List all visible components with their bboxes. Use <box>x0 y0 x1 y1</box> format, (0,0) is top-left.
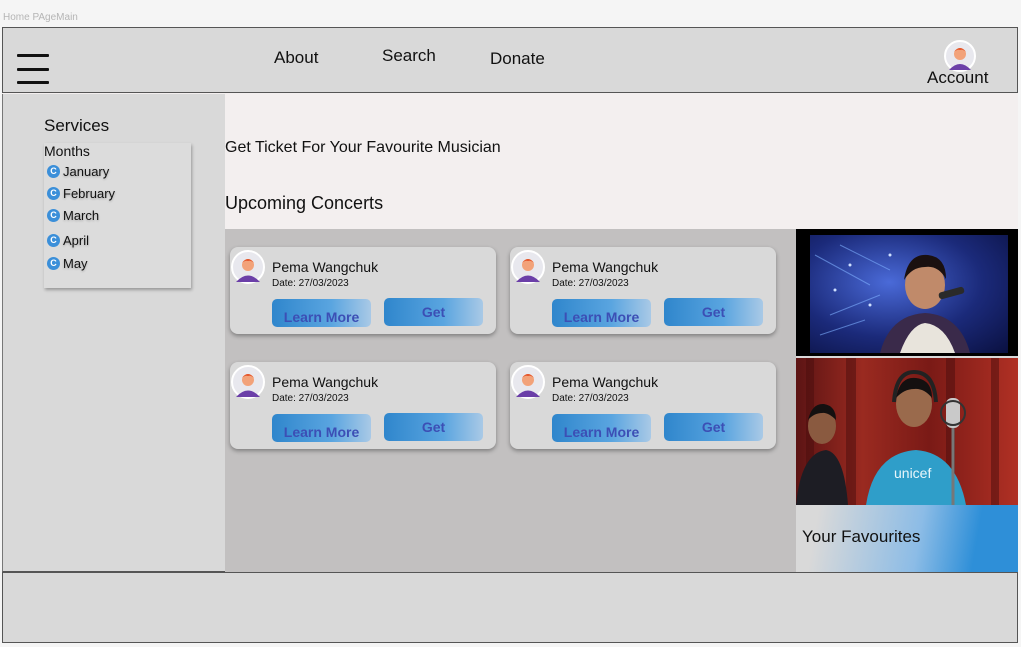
concert-card: Pema Wangchuk Date: 27/03/2023 Learn Mor… <box>510 362 776 449</box>
radio-icon: C <box>47 234 60 247</box>
radio-icon: C <box>47 257 60 270</box>
concert-card: Pema Wangchuk Date: 27/03/2023 Learn Mor… <box>230 247 496 334</box>
nav-search-link[interactable]: Search <box>382 46 436 66</box>
services-title: Services <box>44 116 110 135</box>
concert-list: Pema Wangchuk Date: 27/03/2023 Learn Mor… <box>225 229 796 572</box>
nav-about-link[interactable]: About <box>274 48 318 68</box>
get-ticket-button[interactable]: Get <box>664 298 763 326</box>
learn-more-button[interactable]: Learn More <box>272 299 371 327</box>
radio-icon: C <box>47 209 60 222</box>
frame-label: Home PAgeMain <box>3 12 78 23</box>
concert-date: Date: 27/03/2023 <box>272 278 349 289</box>
musician-name: Pema Wangchuk <box>552 374 659 390</box>
month-item-may[interactable]: C May <box>47 256 88 271</box>
top-navbar: About Search Donate Account <box>2 27 1018 93</box>
nav-donate-link[interactable]: Donate <box>490 49 545 69</box>
avatar-icon <box>231 250 265 284</box>
month-item-february[interactable]: C February <box>47 186 115 201</box>
studio-photo[interactable]: unicef <box>796 358 1018 505</box>
studio-illustration: unicef <box>796 358 999 505</box>
learn-more-button[interactable]: Learn More <box>552 299 651 327</box>
month-label: March <box>63 208 100 223</box>
account-label: Account <box>927 68 989 87</box>
concert-date: Date: 27/03/2023 <box>552 278 629 289</box>
month-item-april[interactable]: C April <box>47 233 89 248</box>
learn-more-button[interactable]: Learn More <box>272 414 371 442</box>
month-label: May <box>63 256 88 271</box>
avatar-icon <box>511 250 545 284</box>
radio-icon: C <box>47 187 60 200</box>
month-item-january[interactable]: C January <box>47 164 109 179</box>
concert-card: Pema Wangchuk Date: 27/03/2023 Learn Mor… <box>510 247 776 334</box>
shirt-text: unicef <box>894 465 931 481</box>
footer <box>2 572 1018 643</box>
singer-photo[interactable] <box>796 229 1018 356</box>
month-label: February <box>63 186 116 201</box>
get-ticket-button[interactable]: Get <box>384 298 483 326</box>
home-page: About Search Donate Account Services Mon… <box>2 27 1018 643</box>
musician-name: Pema Wangchuk <box>552 259 659 275</box>
hamburger-menu-icon[interactable] <box>17 54 49 84</box>
get-ticket-button[interactable]: Get <box>384 413 483 441</box>
account-button[interactable]: Account <box>921 40 1001 90</box>
months-dropdown: Months C January C February C March C Ap… <box>44 143 191 288</box>
learn-more-button[interactable]: Learn More <box>552 414 651 442</box>
upcoming-concerts-title: Upcoming Concerts <box>225 193 384 213</box>
radio-icon: C <box>47 165 60 178</box>
musician-name: Pema Wangchuk <box>272 374 379 390</box>
concert-date: Date: 27/03/2023 <box>272 393 349 404</box>
singer-illustration <box>814 244 970 353</box>
hero-text: Get Ticket For Your Favourite Musician <box>225 139 501 156</box>
avatar-icon <box>231 365 265 399</box>
month-item-march[interactable]: C March <box>47 208 99 223</box>
get-ticket-button[interactable]: Get <box>664 413 763 441</box>
months-title: Months <box>44 143 90 159</box>
month-label: January <box>63 164 110 179</box>
concert-date: Date: 27/03/2023 <box>552 393 629 404</box>
sidebar: Services Months C January C February C M… <box>2 94 225 572</box>
concert-card: Pema Wangchuk Date: 27/03/2023 Learn Mor… <box>230 362 496 449</box>
avatar-icon <box>511 365 545 399</box>
month-label: April <box>63 233 90 248</box>
favourites-panel: unicef Your Favourites <box>796 229 1018 572</box>
favourites-banner[interactable]: Your Favourites <box>796 505 1018 572</box>
favourites-label: Your Favourites <box>802 527 921 546</box>
musician-name: Pema Wangchuk <box>272 259 379 275</box>
